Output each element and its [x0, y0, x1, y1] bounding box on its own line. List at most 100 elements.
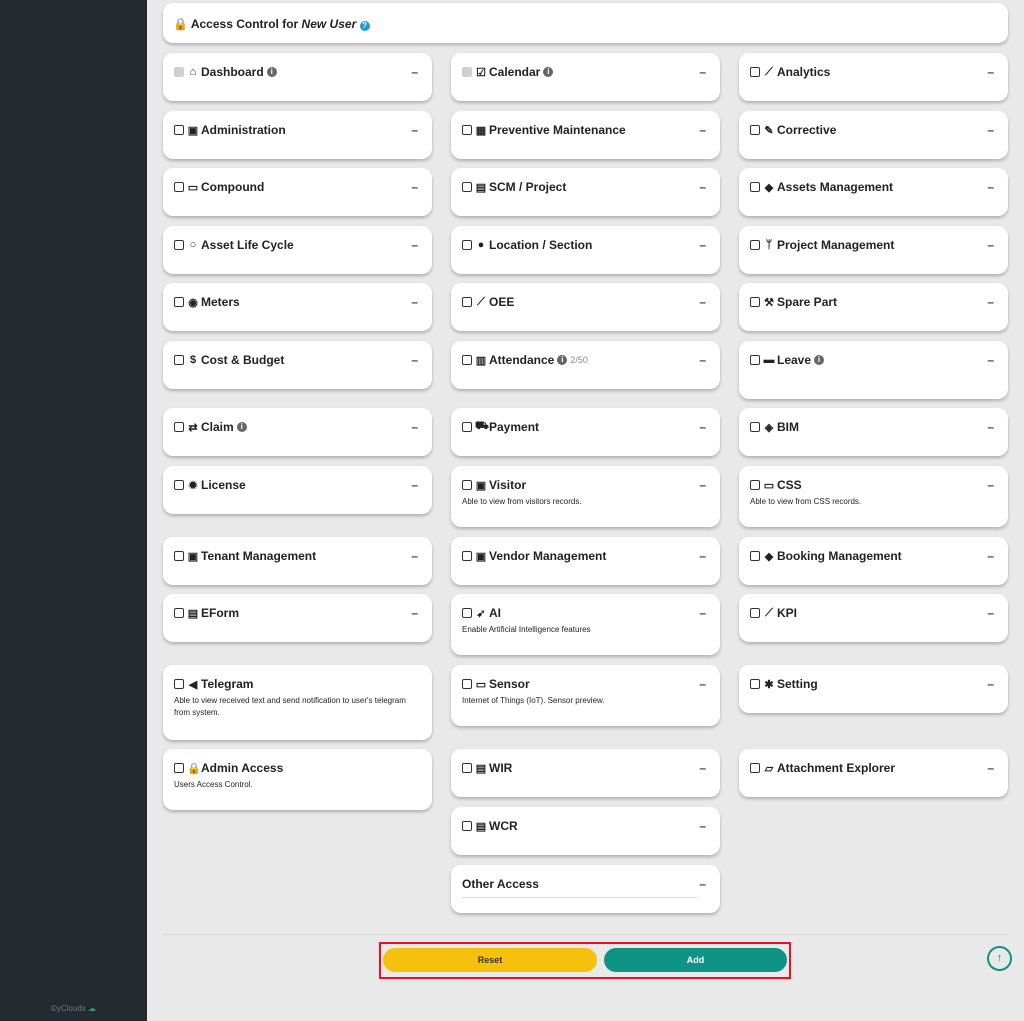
module-checkbox-payment[interactable]: [462, 422, 472, 432]
module-checkbox-eform[interactable]: [174, 608, 184, 618]
collapse-toggle-tenant-management[interactable]: –: [411, 549, 418, 563]
collapse-toggle-claim[interactable]: –: [411, 420, 418, 434]
module-title: ▥ Attendance i 2/50: [462, 353, 709, 367]
module-checkbox-vendor-management[interactable]: [462, 551, 472, 561]
collapse-toggle-bim[interactable]: –: [987, 420, 994, 434]
collapse-toggle-setting[interactable]: –: [987, 677, 994, 691]
module-checkbox-bim[interactable]: [750, 422, 760, 432]
collapse-toggle-license[interactable]: –: [411, 478, 418, 492]
collapse-toggle-oee[interactable]: –: [699, 295, 706, 309]
module-card-wir: ▤ WIR –: [451, 749, 720, 797]
module-checkbox-attachment-explorer[interactable]: [750, 763, 760, 773]
module-label: OEE: [489, 295, 515, 309]
certificate-icon: ✹: [188, 479, 198, 492]
module-checkbox-cost-budget[interactable]: [174, 355, 184, 365]
module-checkbox-project-management[interactable]: [750, 240, 760, 250]
collapse-toggle-compound[interactable]: –: [411, 180, 418, 194]
module-title: ▤ WIR: [462, 761, 709, 775]
module-checkbox-corrective[interactable]: [750, 125, 760, 135]
collapse-toggle-attachment-explorer[interactable]: –: [987, 761, 994, 775]
collapse-toggle-vendor-management[interactable]: –: [699, 549, 706, 563]
scroll-top-button[interactable]: ↑: [987, 946, 1012, 971]
collapse-toggle-scm-project[interactable]: –: [699, 180, 706, 194]
desktop-icon: ▭: [763, 479, 775, 492]
module-description: Able to view from CSS records.: [750, 497, 862, 506]
collapse-toggle-wir[interactable]: –: [699, 761, 706, 775]
collapse-toggle-administration[interactable]: –: [411, 123, 418, 137]
collapse-toggle-eform[interactable]: –: [411, 606, 418, 620]
module-checkbox-telegram[interactable]: [174, 679, 184, 689]
module-checkbox-asset-life-cycle[interactable]: [174, 240, 184, 250]
module-checkbox-booking-management[interactable]: [750, 551, 760, 561]
collapse-toggle-assets-management[interactable]: –: [987, 180, 994, 194]
collapse-toggle-kpi[interactable]: –: [987, 606, 994, 620]
collapse-toggle-cost-budget[interactable]: –: [411, 353, 418, 367]
module-title: ⟋ OEE: [462, 295, 709, 309]
collapse-toggle-ai[interactable]: –: [699, 606, 706, 620]
collapse-toggle-css[interactable]: –: [987, 478, 994, 492]
module-checkbox-leave[interactable]: [750, 355, 760, 365]
module-checkbox-compound[interactable]: [174, 182, 184, 192]
module-checkbox-assets-management[interactable]: [750, 182, 760, 192]
collapse-toggle-dashboard[interactable]: –: [411, 65, 418, 79]
module-card-eform: ▤ EForm –: [163, 594, 432, 642]
collapse-toggle-preventive-maintenance[interactable]: –: [699, 123, 706, 137]
collapse-toggle-booking-management[interactable]: –: [987, 549, 994, 563]
collapse-toggle-meters[interactable]: –: [411, 295, 418, 309]
collapse-toggle-calendar[interactable]: –: [699, 65, 706, 79]
module-checkbox-visitor[interactable]: [462, 480, 472, 490]
module-checkbox-ai[interactable]: [462, 608, 472, 618]
reset-button[interactable]: Reset: [383, 948, 597, 972]
module-checkbox-setting[interactable]: [750, 679, 760, 689]
module-checkbox-wcr[interactable]: [462, 821, 472, 831]
module-checkbox-kpi[interactable]: [750, 608, 760, 618]
module-checkbox-spare-part[interactable]: [750, 297, 760, 307]
collapse-toggle-visitor[interactable]: –: [699, 478, 706, 492]
module-checkbox-administration[interactable]: [174, 125, 184, 135]
module-card-booking-management: ◆ Booking Management –: [739, 537, 1008, 585]
info-icon[interactable]: i: [543, 67, 554, 77]
module-checkbox-admin-access[interactable]: [174, 763, 184, 773]
collapse-toggle-project-management[interactable]: –: [987, 238, 994, 252]
collapse-toggle-location-section[interactable]: –: [699, 238, 706, 252]
module-title: ▤ SCM / Project: [462, 180, 709, 194]
collapse-toggle-payment[interactable]: –: [699, 420, 706, 434]
info-icon[interactable]: i: [236, 422, 247, 432]
address-card-icon: ▣: [475, 550, 487, 563]
module-checkbox-wir[interactable]: [462, 763, 472, 773]
module-checkbox-sensor[interactable]: [462, 679, 472, 689]
collapse-toggle-corrective[interactable]: –: [987, 123, 994, 137]
module-checkbox-meters[interactable]: [174, 297, 184, 307]
collapse-toggle-wcr[interactable]: –: [699, 819, 706, 833]
sidebar-footer: ©yCloudx ☁: [0, 1004, 147, 1013]
module-label: Visitor: [489, 478, 527, 492]
module-checkbox-css[interactable]: [750, 480, 760, 490]
collapse-toggle-analytics[interactable]: –: [987, 65, 994, 79]
info-icon[interactable]: i: [557, 355, 568, 365]
module-card-meters: ◉ Meters –: [163, 283, 432, 331]
info-icon[interactable]: i: [814, 355, 825, 365]
module-checkbox-scm-project[interactable]: [462, 182, 472, 192]
collapse-toggle-spare-part[interactable]: –: [987, 295, 994, 309]
add-button[interactable]: Add: [604, 948, 787, 972]
module-checkbox-claim[interactable]: [174, 422, 184, 432]
module-card-ai: ➶ AI Enable Artificial Intelligence featur…: [451, 594, 720, 655]
module-checkbox-license[interactable]: [174, 480, 184, 490]
info-icon[interactable]: i: [266, 67, 277, 77]
collapse-toggle-sensor[interactable]: –: [699, 677, 706, 691]
question-circle-icon[interactable]: ?: [359, 21, 370, 31]
collapse-toggle-asset-life-cycle[interactable]: –: [411, 238, 418, 252]
module-label: Claim: [201, 420, 234, 434]
collapse-toggle-attendance[interactable]: –: [699, 353, 706, 367]
collapse-toggle-leave[interactable]: –: [987, 353, 994, 367]
id-badge-icon: ▣: [187, 550, 199, 563]
module-title: ➶ AI: [462, 606, 709, 620]
module-checkbox-attendance[interactable]: [462, 355, 472, 365]
module-checkbox-tenant-management[interactable]: [174, 551, 184, 561]
module-title: ⚒ Spare Part: [750, 295, 997, 309]
module-checkbox-preventive-maintenance[interactable]: [462, 125, 472, 135]
collapse-toggle-other-access[interactable]: –: [699, 877, 706, 891]
module-checkbox-oee[interactable]: [462, 297, 472, 307]
module-checkbox-analytics[interactable]: [750, 67, 760, 77]
module-checkbox-location-section[interactable]: [462, 240, 472, 250]
